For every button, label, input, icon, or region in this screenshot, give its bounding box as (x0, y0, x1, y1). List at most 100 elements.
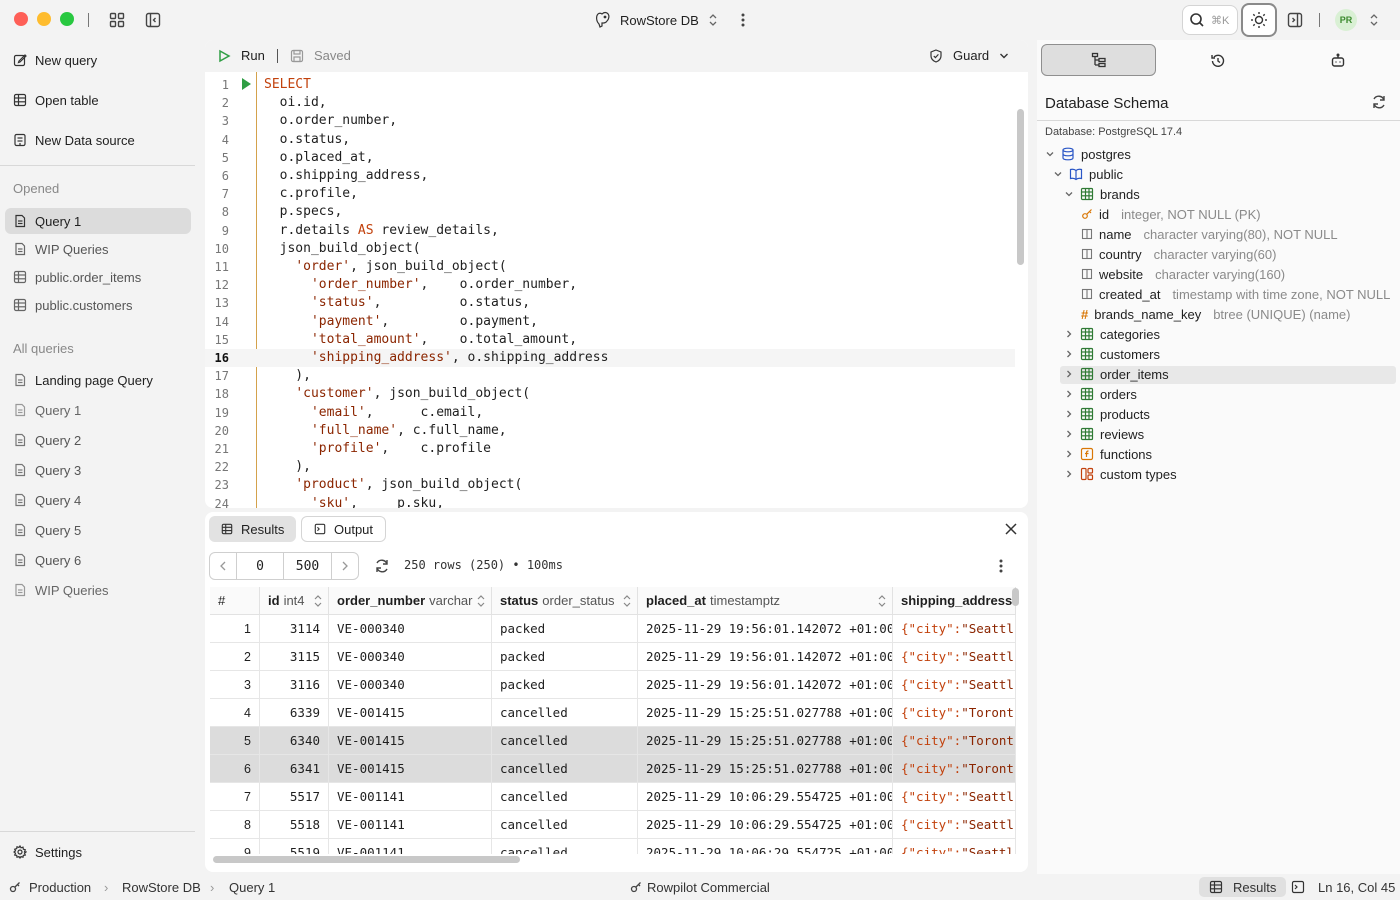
tab-schema[interactable] (1041, 44, 1156, 76)
tree-node-table[interactable]: categories (1064, 324, 1160, 344)
sidebar-toggle-icon[interactable] (143, 10, 163, 30)
table-cell[interactable]: 5518 (260, 811, 329, 839)
query-item-landing-page[interactable]: Landing page Query (5, 367, 191, 393)
minimize-window-button[interactable] (37, 12, 51, 26)
table-cell[interactable]: 6340 (260, 727, 329, 755)
table-cell[interactable]: VE-001415 (329, 699, 492, 727)
run-button[interactable]: Run (217, 48, 265, 63)
table-cell[interactable]: VE-001141 (329, 811, 492, 839)
breadcrumb-db[interactable]: RowStore DB (122, 880, 201, 895)
table-cell[interactable]: 2025-11-29 15:25:51.027788 +01:00 (638, 755, 893, 783)
column-header[interactable]: id int4 (260, 587, 329, 615)
new-datasource-button[interactable]: New Data source (5, 127, 191, 153)
code-line[interactable]: 16 'shipping_address', o.shipping_addres… (205, 349, 1015, 367)
table-cell[interactable]: 5519 (260, 839, 329, 854)
query-item-query-3[interactable]: Query 3 (5, 457, 191, 483)
sort-icon[interactable] (878, 595, 886, 607)
tree-node-table[interactable]: orders (1064, 384, 1137, 404)
tree-node-custom-types[interactable]: custom types (1064, 464, 1177, 484)
table-cell[interactable]: 3115 (260, 643, 329, 671)
column-header[interactable]: shipping_address (893, 587, 1016, 615)
code-line[interactable]: 22 ), (205, 458, 1015, 476)
tree-column[interactable]: website character varying(160) (1081, 264, 1285, 284)
table-cell[interactable]: 5 (210, 727, 260, 755)
tree-node-table[interactable]: order_items (1064, 364, 1169, 384)
tree-node-table[interactable]: customers (1064, 344, 1160, 364)
table-row[interactable]: 1 3114 VE-000340 packed 2025-11-29 19:56:01.… (210, 615, 1016, 643)
table-cell[interactable]: {"city":"Toront (893, 755, 1016, 783)
sort-icon[interactable] (477, 595, 485, 607)
tree-column[interactable]: country character varying(60) (1081, 244, 1276, 264)
code-line[interactable]: 9 r.details AS review_details, (205, 222, 1015, 240)
code-line[interactable]: 15 'total_amount', o.total_amount, (205, 331, 1015, 349)
code-line[interactable]: 20 'full_name', c.full_name, (205, 422, 1015, 440)
tree-node-brands[interactable]: brands (1064, 184, 1140, 204)
table-cell[interactable]: packed (492, 643, 638, 671)
settings-button[interactable]: Settings (5, 839, 191, 865)
code-line[interactable]: 11 'order', json_build_object( (205, 258, 1015, 276)
code-line[interactable]: 2 oi.id, (205, 94, 1015, 112)
column-header[interactable]: status order_status (492, 587, 638, 615)
table-cell[interactable]: {"city":"Toront (893, 699, 1016, 727)
code-line[interactable]: 4 o.status, (205, 131, 1015, 149)
tree-column[interactable]: created_at timestamp with time zone, NOT … (1081, 284, 1390, 304)
table-row[interactable]: 2 3115 VE-000340 packed 2025-11-29 19:56:01.… (210, 643, 1016, 671)
table-cell[interactable]: 2025-11-29 10:06:29.554725 +01:00 (638, 839, 893, 854)
table-cell[interactable]: {"city":"Seattl (893, 643, 1016, 671)
avatar[interactable]: PR (1335, 9, 1357, 31)
guard-dropdown[interactable]: Guard (929, 48, 1009, 63)
table-cell[interactable]: {"city":"Seattl (893, 839, 1016, 854)
next-page-button[interactable] (332, 553, 358, 579)
opened-item-order-items[interactable]: public.order_items (5, 264, 191, 290)
results-toggle-button[interactable]: Results (1199, 877, 1287, 897)
table-cell[interactable]: VE-001141 (329, 783, 492, 811)
maximize-window-button[interactable] (60, 12, 74, 26)
table-cell[interactable]: 3 (210, 671, 260, 699)
table-row[interactable]: 6 6341 VE-001415 cancelled 2025-11-29 15:25:… (210, 755, 1016, 783)
close-window-button[interactable] (14, 12, 28, 26)
new-query-button[interactable]: New query (5, 47, 191, 73)
code-line[interactable]: 14 'payment', o.payment, (205, 313, 1015, 331)
table-cell[interactable]: 3116 (260, 671, 329, 699)
table-cell[interactable]: 2025-11-29 19:56:01.142072 +01:00 (638, 615, 893, 643)
table-cell[interactable]: cancelled (492, 727, 638, 755)
table-cell[interactable]: 4 (210, 699, 260, 727)
results-vertical-scrollbar[interactable] (1012, 588, 1019, 606)
table-cell[interactable]: 6341 (260, 755, 329, 783)
query-item-query-1[interactable]: Query 1 (5, 397, 191, 423)
opened-item-wip-queries[interactable]: WIP Queries (5, 236, 191, 262)
offset-input[interactable]: 0 (236, 553, 284, 579)
terminal-toggle-icon[interactable] (1291, 880, 1305, 894)
table-cell[interactable]: 2025-11-29 15:25:51.027788 +01:00 (638, 699, 893, 727)
more-vertical-icon[interactable] (733, 10, 753, 30)
code-line[interactable]: 1 SELECT (205, 76, 1015, 94)
history-icon[interactable] (1210, 53, 1226, 69)
table-cell[interactable]: VE-000340 (329, 615, 492, 643)
table-cell[interactable]: 2025-11-29 19:56:01.142072 +01:00 (638, 671, 893, 699)
table-cell[interactable]: {"city":"Seattl (893, 783, 1016, 811)
environment-indicator[interactable]: Production (9, 880, 91, 895)
query-item-query-4[interactable]: Query 4 (5, 487, 191, 513)
table-cell[interactable]: 2 (210, 643, 260, 671)
tree-column[interactable]: # brands_name_key btree (UNIQUE) (name) (1081, 304, 1350, 324)
table-cell[interactable]: VE-001415 (329, 755, 492, 783)
results-horizontal-scrollbar[interactable] (213, 856, 520, 863)
code-line[interactable]: 17 ), (205, 367, 1015, 385)
table-cell[interactable]: cancelled (492, 811, 638, 839)
table-cell[interactable]: cancelled (492, 783, 638, 811)
close-icon[interactable] (1005, 523, 1017, 535)
code-line[interactable]: 18 'customer', json_build_object( (205, 385, 1015, 403)
table-cell[interactable]: VE-000340 (329, 643, 492, 671)
table-cell[interactable]: VE-001415 (329, 727, 492, 755)
grid-icon[interactable] (107, 10, 127, 30)
query-item-wip-queries[interactable]: WIP Queries (5, 577, 191, 603)
table-cell[interactable]: 3114 (260, 615, 329, 643)
database-switcher[interactable]: RowStore DB (594, 10, 719, 30)
table-row[interactable]: 9 5519 VE-001141 cancelled 2025-11-29 10:06:… (210, 839, 1016, 854)
code-line[interactable]: 13 'status', o.status, (205, 294, 1015, 312)
table-cell[interactable]: VE-000340 (329, 671, 492, 699)
table-cell[interactable]: 1 (210, 615, 260, 643)
table-cell[interactable]: cancelled (492, 839, 638, 854)
code-line[interactable]: 19 'email', c.email, (205, 404, 1015, 422)
tree-node-table[interactable]: reviews (1064, 424, 1144, 444)
